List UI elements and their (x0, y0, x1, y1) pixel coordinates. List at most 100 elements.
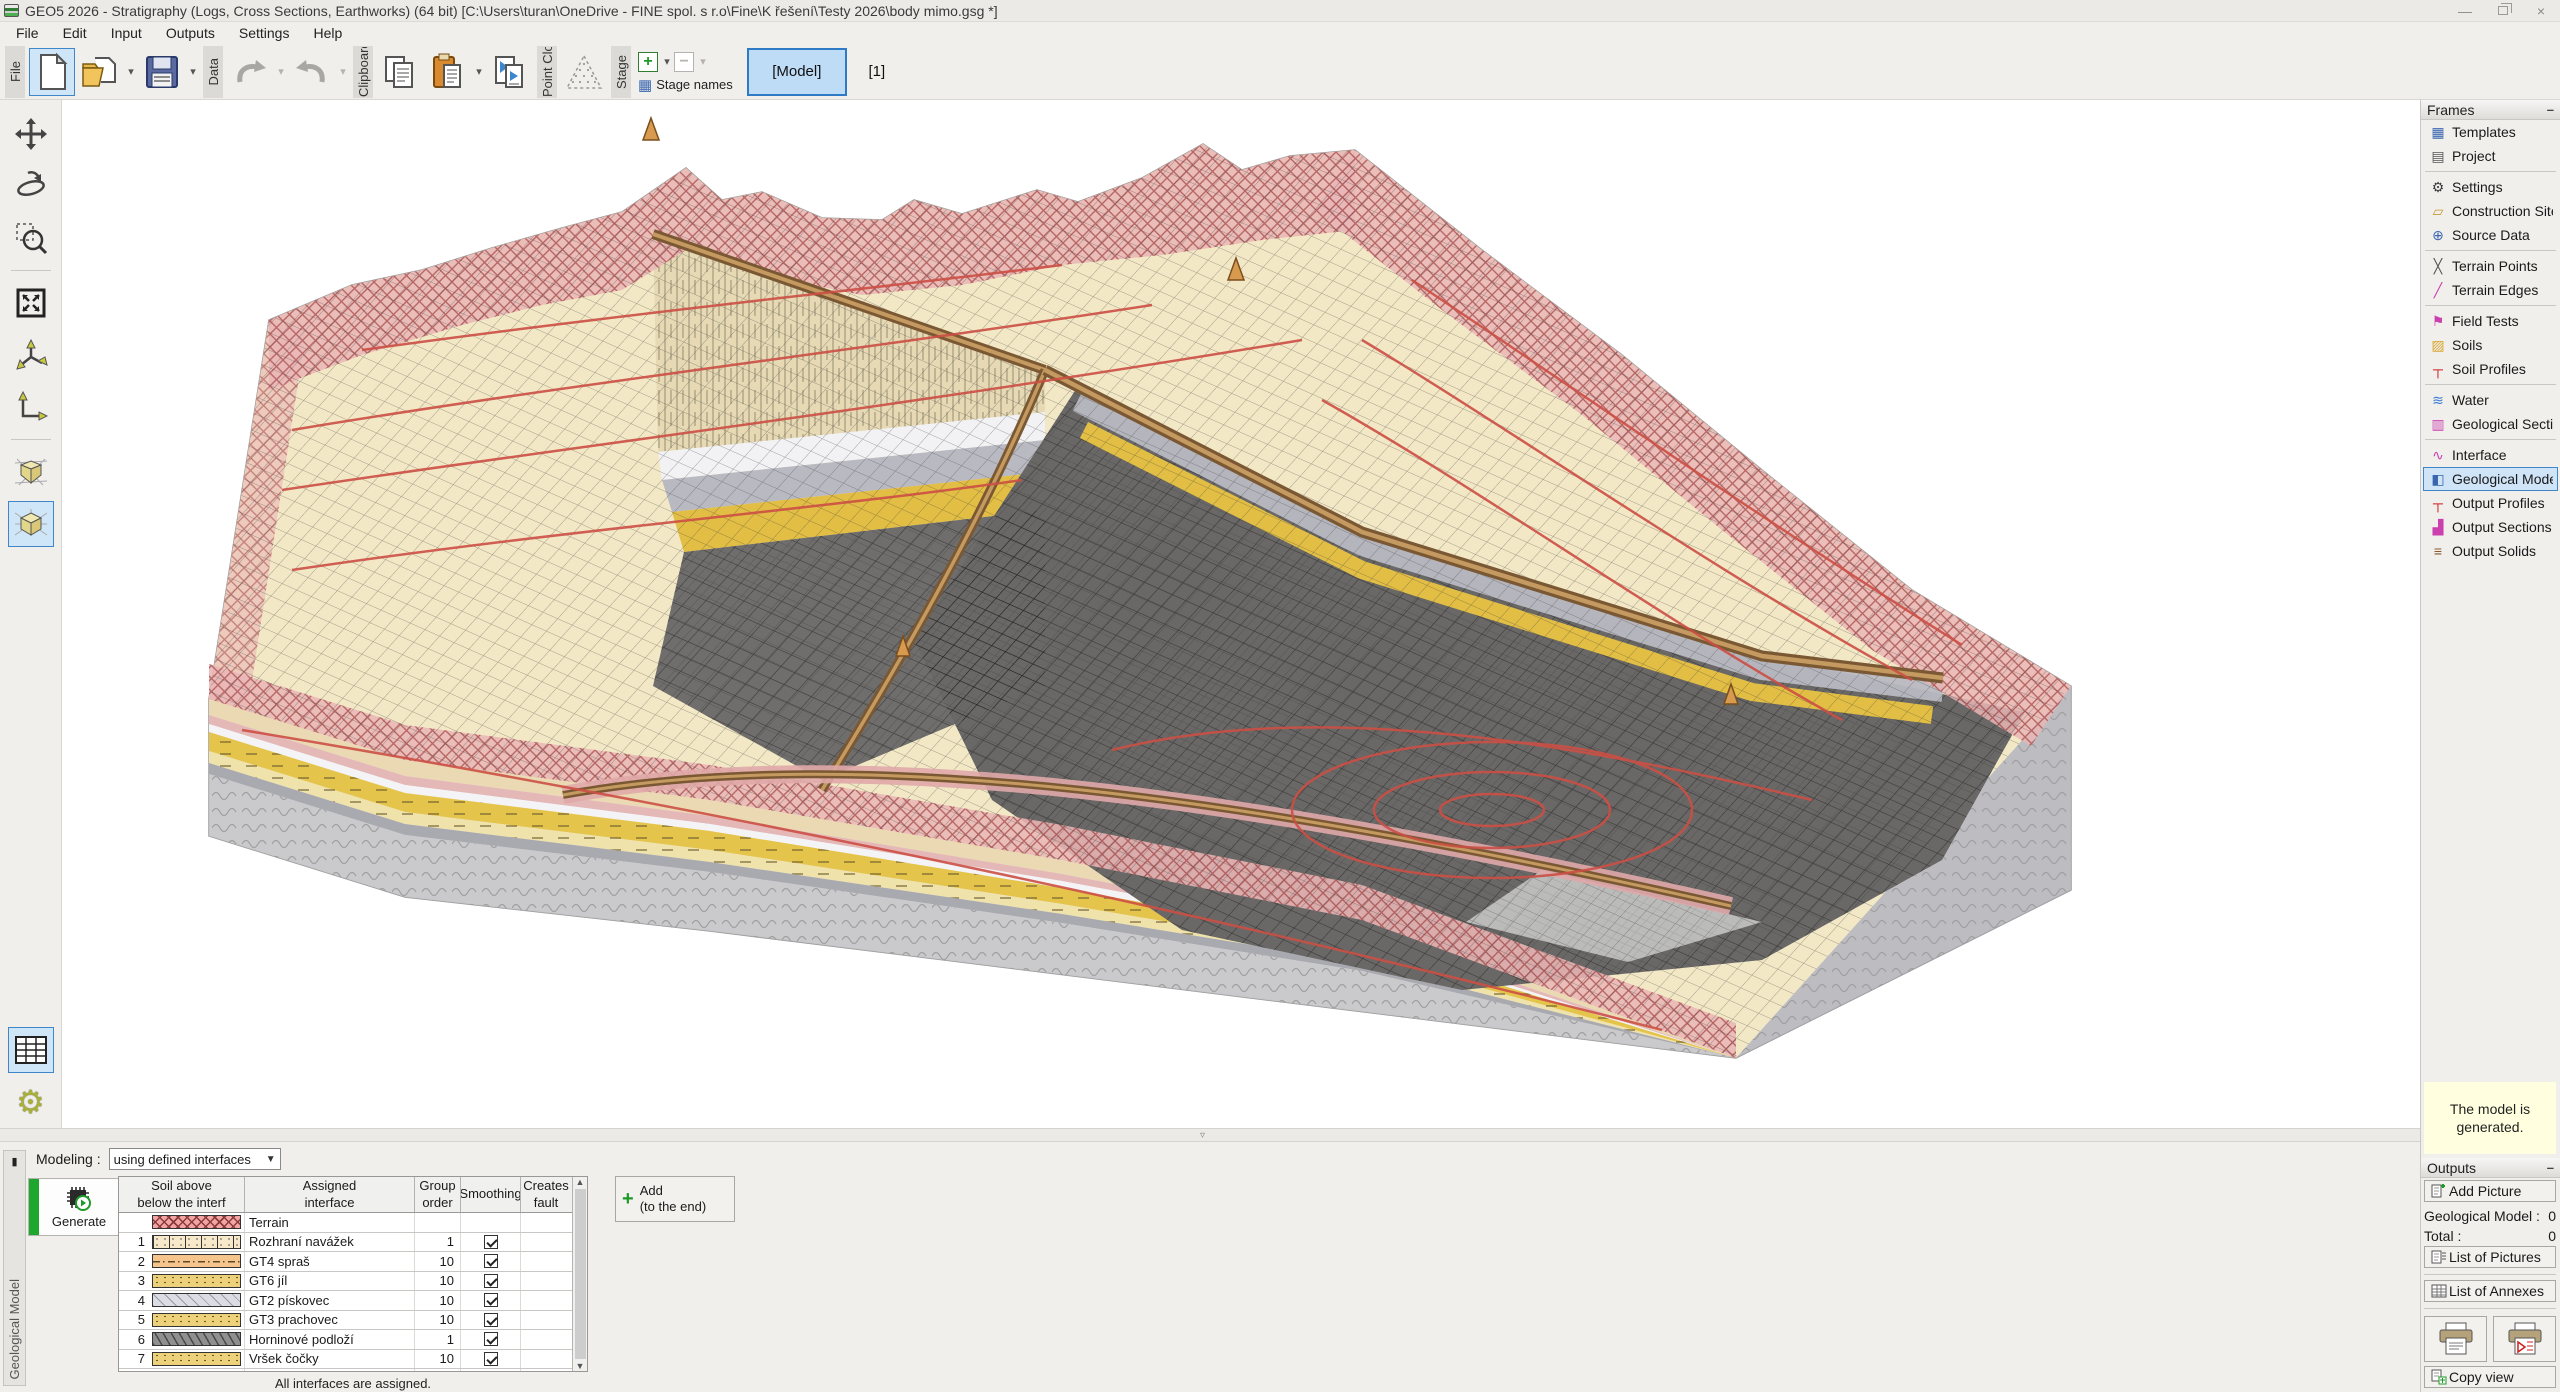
list-of-pictures-button[interactable]: List of Pictures (2424, 1246, 2556, 1268)
plus-icon: + (622, 1188, 634, 1211)
frame-item-construction-site[interactable]: ▱Construction Site (2423, 199, 2558, 223)
undo-button[interactable] (227, 48, 273, 96)
stage-names-button[interactable]: ▦ Stage names (638, 76, 733, 94)
frame-item-templates[interactable]: ▦Templates (2423, 120, 2558, 144)
zoom-window-icon (14, 221, 48, 255)
panel-tab-label: Geological Model (7, 1279, 22, 1379)
panel-side-tab[interactable]: ▮ Geological Model (3, 1150, 26, 1386)
open-dropdown-caret[interactable]: ▾ (124, 65, 138, 78)
menu-outputs[interactable]: Outputs (154, 23, 227, 43)
model-viewport[interactable] (62, 100, 2420, 1128)
menu-settings[interactable]: Settings (227, 23, 302, 43)
table-row[interactable]: 3 GT6 jíl 10 (119, 1272, 572, 1292)
save-button[interactable] (139, 48, 185, 96)
table-row[interactable]: 4 GT2 pískovec 10 (119, 1291, 572, 1311)
table-row[interactable]: 1 Rozhraní navážek 1 (119, 1233, 572, 1253)
table-row-partial[interactable] (119, 1369, 572, 1372)
frame-item-settings[interactable]: ⚙Settings (2423, 175, 2558, 199)
fit-to-view-button[interactable] (8, 280, 54, 326)
frame-item-water[interactable]: ≋Water (2423, 388, 2558, 412)
scroll-down-icon[interactable]: ▼ (576, 1361, 585, 1371)
paste-dropdown-caret[interactable]: ▾ (472, 65, 486, 78)
frame-item-terrain-points[interactable]: ╳Terrain Points (2423, 254, 2558, 278)
frame-item-geological-sections[interactable]: ▥Geological Sections (2423, 412, 2558, 436)
perspective-view-button[interactable] (8, 449, 54, 495)
table-row-terrain[interactable]: Terrain (119, 1213, 572, 1233)
frame-item-project[interactable]: ▤Project (2423, 144, 2558, 168)
menu-file[interactable]: File (4, 23, 51, 43)
frame-item-output-solids[interactable]: ≡Output Solids (2423, 539, 2558, 563)
export-picture-button[interactable] (487, 48, 533, 96)
table-row[interactable]: 2 GT4 spraš 10 (119, 1252, 572, 1272)
frame-item-source-data[interactable]: ⊕Source Data (2423, 223, 2558, 247)
frame-item-terrain-edges[interactable]: ╱Terrain Edges (2423, 278, 2558, 302)
frame-item-field-tests[interactable]: ⚑Field Tests (2423, 309, 2558, 333)
stage-controls: + ▾ − ▾ ▦ Stage names (638, 46, 733, 98)
model-stage-button[interactable]: [Model] (747, 48, 847, 96)
smoothing-checkbox[interactable] (484, 1352, 498, 1366)
frame-item-interface[interactable]: ∿Interface (2423, 443, 2558, 467)
table-view-button[interactable] (8, 1027, 54, 1073)
open-file-button[interactable] (77, 48, 123, 96)
smoothing-checkbox[interactable] (484, 1254, 498, 1268)
add-picture-button[interactable]: Add Picture (2424, 1180, 2556, 1202)
menu-input[interactable]: Input (99, 23, 154, 43)
restore-button[interactable] (2484, 0, 2522, 21)
table-row[interactable]: 5 GT3 prachovec 10 (119, 1311, 572, 1331)
smoothing-checkbox[interactable] (484, 1274, 498, 1288)
list-of-annexes-button[interactable]: List of Annexes (2424, 1280, 2556, 1302)
remove-stage-caret[interactable]: ▾ (696, 55, 710, 68)
frame-item-soils[interactable]: ▨Soils (2423, 333, 2558, 357)
frame-item-geological-model[interactable]: ◧Geological Model (2423, 467, 2558, 491)
scroll-up-icon[interactable]: ▲ (576, 1177, 585, 1187)
frames-minimize-icon[interactable]: – (2547, 102, 2554, 117)
smoothing-checkbox[interactable] (484, 1332, 498, 1346)
generate-button[interactable]: Generate (28, 1178, 120, 1236)
close-button[interactable]: × (2522, 0, 2560, 21)
axonometry-view-button[interactable] (8, 501, 54, 547)
modeling-method-select[interactable]: using defined interfaces ▼ (109, 1148, 281, 1170)
undo-dropdown-caret[interactable]: ▾ (274, 65, 288, 78)
table-row[interactable]: 6 Horninové podloží 1 (119, 1330, 572, 1350)
add-to-end-button[interactable]: + Add(to the end) (615, 1176, 735, 1222)
zoom-window-tool-button[interactable] (8, 215, 54, 261)
copy-button[interactable] (377, 48, 423, 96)
frame-item-soil-profiles[interactable]: ┬Soil Profiles (2423, 357, 2558, 381)
minimize-button[interactable]: — (2446, 0, 2484, 21)
paste-button[interactable] (425, 48, 471, 96)
scrollbar-thumb[interactable] (575, 1189, 586, 1359)
print-picture-button[interactable] (2493, 1316, 2556, 1362)
table-scrollbar[interactable]: ▲ ▼ (572, 1177, 587, 1371)
remove-stage-button[interactable]: − (674, 52, 694, 72)
frame-item-output-sections[interactable]: ▟Output Sections (2423, 515, 2558, 539)
axes-2d-button[interactable] (8, 384, 54, 430)
new-file-button[interactable] (29, 48, 75, 96)
settings-gear-button[interactable]: ⚙ (8, 1079, 54, 1125)
print-document-button[interactable] (2424, 1316, 2487, 1362)
redo-dropdown-caret[interactable]: ▾ (336, 65, 350, 78)
smoothing-checkbox[interactable] (484, 1235, 498, 1249)
frame-item-output-profiles[interactable]: ┬Output Profiles (2423, 491, 2558, 515)
pan-tool-button[interactable] (8, 111, 54, 157)
copy-view-button[interactable]: Copy view (2424, 1366, 2556, 1388)
smoothing-checkbox[interactable] (484, 1293, 498, 1307)
save-dropdown-caret[interactable]: ▾ (186, 65, 200, 78)
menu-edit[interactable]: Edit (51, 23, 99, 43)
add-stage-caret[interactable]: ▾ (660, 55, 674, 68)
axes-3d-button[interactable] (8, 332, 54, 378)
menu-help[interactable]: Help (301, 23, 354, 43)
title-bar: GEO5 2026 - Stratigraphy (Logs, Cross Se… (0, 0, 2560, 22)
outputs-minimize-icon[interactable]: – (2547, 1160, 2554, 1175)
point-cloud-button[interactable] (561, 48, 607, 96)
table-row[interactable]: 7 Vršek čočky 10 (119, 1350, 572, 1370)
horizontal-splitter[interactable]: ▿ (0, 1128, 2420, 1142)
frames-panel-header: Frames – (2421, 100, 2560, 120)
pin-icon: ▮ (11, 1155, 17, 1168)
redo-button[interactable] (289, 48, 335, 96)
smoothing-checkbox[interactable] (484, 1313, 498, 1327)
rotate-tool-button[interactable] (8, 163, 54, 209)
stage-tab-1[interactable]: [1] (847, 63, 907, 80)
toolbar-group-stage: Stage (611, 46, 631, 98)
add-stage-button[interactable]: + (638, 52, 658, 72)
geological-model-icon: ◧ (2428, 471, 2448, 488)
